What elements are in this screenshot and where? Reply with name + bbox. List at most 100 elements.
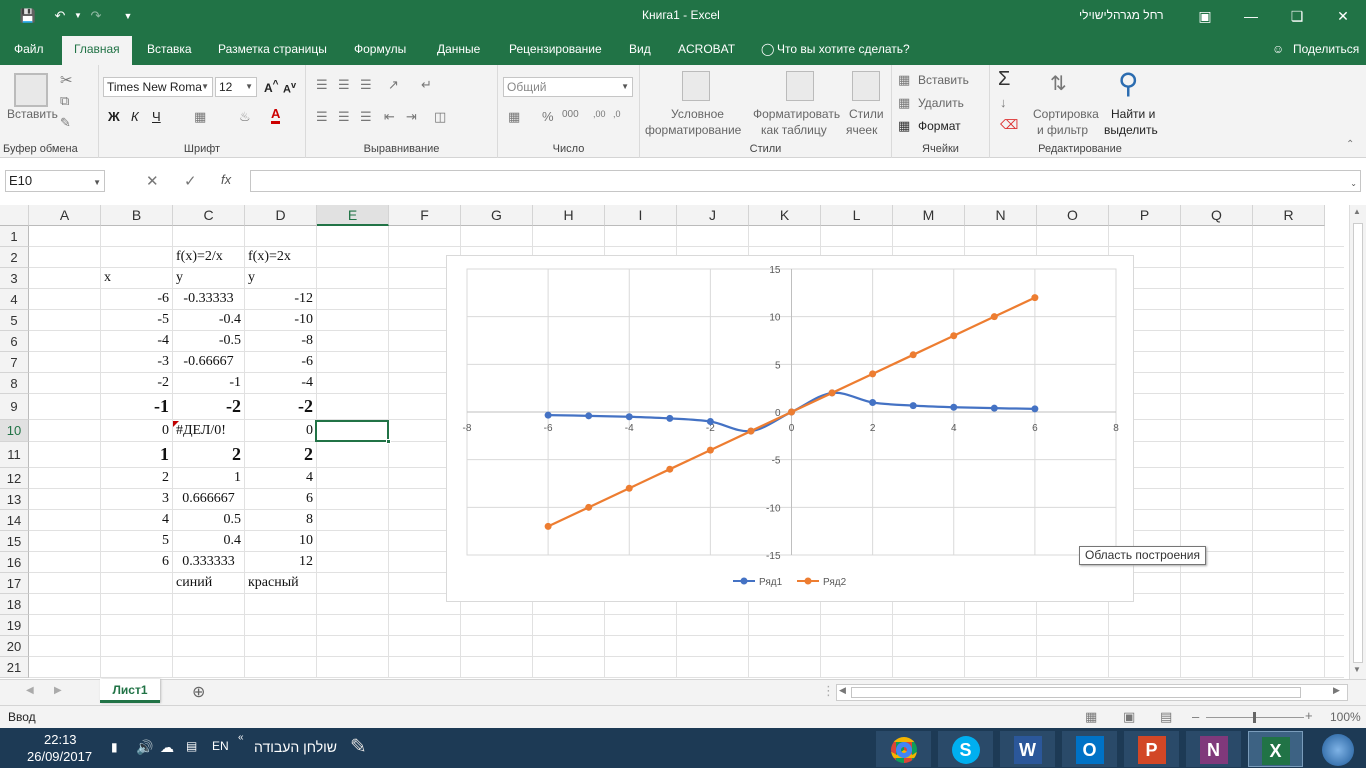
clock-date[interactable]: 26/09/2017 bbox=[27, 749, 92, 764]
insert-cells-icon[interactable]: ▦ bbox=[898, 72, 910, 88]
column-header-b[interactable]: B bbox=[101, 205, 173, 226]
insert-cells-button[interactable]: Вставить bbox=[918, 73, 969, 87]
active-cell-selection[interactable] bbox=[315, 420, 389, 442]
column-header-a[interactable]: A bbox=[29, 205, 101, 226]
accounting-format-icon[interactable]: ▦ bbox=[508, 109, 520, 125]
percent-icon[interactable]: % bbox=[542, 109, 554, 124]
cell-b11[interactable]: 1 bbox=[101, 442, 172, 467]
scroll-up-icon[interactable]: ▲ bbox=[1353, 207, 1361, 216]
restore-icon[interactable]: ❏ bbox=[1274, 0, 1320, 32]
scroll-right-icon[interactable]: ▶ bbox=[1333, 685, 1340, 696]
column-header-j[interactable]: J bbox=[677, 205, 749, 226]
zoom-out-icon[interactable]: – bbox=[1192, 709, 1199, 724]
language-indicator[interactable]: EN bbox=[212, 739, 229, 753]
row-header-8[interactable]: 8 bbox=[0, 373, 29, 394]
cell-c5[interactable]: -0.4 bbox=[173, 310, 244, 330]
cut-icon[interactable]: ✂ bbox=[60, 71, 73, 89]
column-header-i[interactable]: I bbox=[605, 205, 677, 226]
tab-acrobat[interactable]: ACROBAT bbox=[678, 42, 735, 56]
cell-d11[interactable]: 2 bbox=[245, 442, 316, 467]
cell-b14[interactable]: 4 bbox=[101, 510, 172, 530]
format-cells-icon[interactable]: ▦ bbox=[898, 118, 910, 134]
tab-formulas[interactable]: Формулы bbox=[354, 42, 406, 56]
row-header-14[interactable]: 14 bbox=[0, 510, 29, 531]
column-header-g[interactable]: G bbox=[461, 205, 533, 226]
horizontal-scrollbar[interactable]: ◀ ▶ bbox=[836, 684, 1348, 701]
copy-icon[interactable]: ⧉ bbox=[60, 93, 69, 109]
error-indicator-icon[interactable] bbox=[173, 421, 179, 427]
close-icon[interactable]: ✕ bbox=[1320, 0, 1366, 32]
underline-button[interactable]: Ч bbox=[152, 109, 161, 124]
column-header-e[interactable]: E bbox=[317, 205, 389, 226]
cell-b13[interactable]: 3 bbox=[101, 489, 172, 509]
find-select-line1[interactable]: Найти и bbox=[1111, 107, 1155, 121]
column-header-l[interactable]: L bbox=[821, 205, 893, 226]
insert-function-icon[interactable]: fx bbox=[221, 172, 231, 187]
zoom-slider-thumb[interactable] bbox=[1253, 712, 1256, 723]
cell-c3[interactable]: y bbox=[173, 268, 244, 288]
cell-b16[interactable]: 6 bbox=[101, 552, 172, 572]
decrease-indent-icon[interactable]: ⇤ bbox=[384, 109, 395, 125]
scroll-left-icon[interactable]: ◀ bbox=[839, 685, 846, 696]
row-header-19[interactable]: 19 bbox=[0, 615, 29, 636]
tab-insert[interactable]: Вставка bbox=[147, 42, 192, 56]
formula-input[interactable]: ⌄ bbox=[250, 170, 1361, 192]
vertical-scrollbar[interactable]: ▲ ▼ bbox=[1349, 205, 1366, 679]
cell-b6[interactable]: -4 bbox=[101, 331, 172, 351]
row-header-18[interactable]: 18 bbox=[0, 594, 29, 615]
tab-home[interactable]: Главная bbox=[62, 36, 132, 65]
decrease-decimal-icon[interactable]: ,0 bbox=[613, 109, 621, 119]
conditional-format-icon[interactable] bbox=[682, 71, 710, 101]
row-header-2[interactable]: 2 bbox=[0, 247, 29, 268]
cell-d9[interactable]: -2 bbox=[245, 394, 316, 419]
zoom-in-icon[interactable]: + bbox=[1305, 708, 1313, 723]
next-sheet-icon[interactable]: ▶ bbox=[54, 685, 62, 696]
clock-time[interactable]: 22:13 bbox=[44, 732, 77, 747]
ribbon-display-icon[interactable]: ▣ bbox=[1182, 0, 1228, 32]
conditional-format-line1[interactable]: Условное bbox=[671, 107, 724, 121]
cell-c8[interactable]: -1 bbox=[173, 373, 244, 393]
chrome-icon[interactable] bbox=[876, 731, 931, 767]
signal-icon[interactable]: ▮ bbox=[111, 740, 118, 754]
cell-b10[interactable]: 0 bbox=[101, 420, 172, 441]
format-as-table-line1[interactable]: Форматировать bbox=[753, 107, 840, 121]
scroll-down-icon[interactable]: ▼ bbox=[1353, 665, 1361, 674]
row-header-20[interactable]: 20 bbox=[0, 636, 29, 657]
format-as-table-line2[interactable]: как таблицу bbox=[761, 123, 827, 137]
row-header-7[interactable]: 7 bbox=[0, 352, 29, 373]
shrink-font-icon[interactable]: Av bbox=[283, 80, 296, 96]
column-header-h[interactable]: H bbox=[533, 205, 605, 226]
cell-c12[interactable]: 1 bbox=[173, 468, 244, 488]
minimize-icon[interactable]: — bbox=[1228, 0, 1274, 32]
cell-d12[interactable]: 4 bbox=[245, 468, 316, 488]
normal-view-icon[interactable]: ▦ bbox=[1085, 709, 1097, 725]
column-header-r[interactable]: R bbox=[1253, 205, 1325, 226]
sort-filter-line1[interactable]: Сортировка bbox=[1033, 107, 1099, 121]
paste-button[interactable]: Вставить bbox=[7, 107, 58, 121]
find-select-icon[interactable]: ⚲ bbox=[1118, 67, 1139, 100]
zoom-level[interactable]: 100% bbox=[1330, 710, 1361, 724]
column-header-n[interactable]: N bbox=[965, 205, 1037, 226]
sheet-split-icon[interactable]: ⋮ bbox=[822, 683, 835, 699]
tab-page-layout[interactable]: Разметка страницы bbox=[218, 42, 327, 56]
cell-d17[interactable]: красный bbox=[245, 573, 316, 593]
align-top-icon[interactable]: ☰ bbox=[316, 77, 328, 93]
column-header-m[interactable]: M bbox=[893, 205, 965, 226]
cell-d14[interactable]: 8 bbox=[245, 510, 316, 530]
cancel-entry-icon[interactable]: ✕ bbox=[146, 172, 159, 190]
select-all-corner[interactable] bbox=[0, 205, 29, 226]
tab-file[interactable]: Файл bbox=[14, 42, 44, 56]
horizontal-scroll-thumb[interactable] bbox=[851, 687, 1301, 698]
new-sheet-icon[interactable]: ⊕ bbox=[192, 682, 205, 702]
sort-filter-icon[interactable]: ⇅ bbox=[1050, 71, 1067, 96]
fill-color-icon[interactable]: ♨ bbox=[239, 109, 251, 125]
cell-styles-line1[interactable]: Стили bbox=[849, 107, 884, 121]
confirm-entry-icon[interactable]: ✓ bbox=[184, 172, 197, 190]
column-header-q[interactable]: Q bbox=[1181, 205, 1253, 226]
redo-icon[interactable]: ↷ bbox=[86, 6, 106, 26]
font-color-icon[interactable]: A bbox=[271, 107, 281, 124]
align-right-icon[interactable]: ☰ bbox=[360, 109, 372, 125]
cell-d5[interactable]: -10 bbox=[245, 310, 316, 330]
increase-indent-icon[interactable]: ⇥ bbox=[406, 109, 417, 125]
cell-c17[interactable]: синий bbox=[173, 573, 244, 593]
